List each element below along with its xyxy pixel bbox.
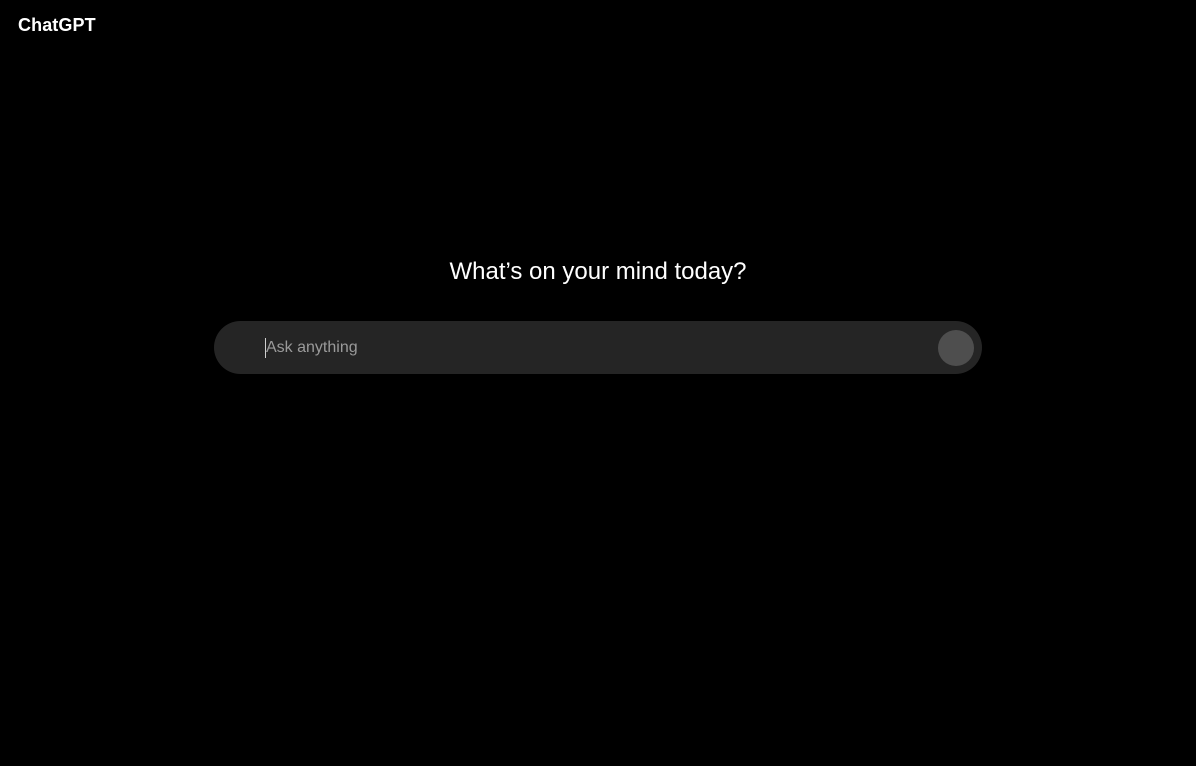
send-button[interactable] <box>938 330 974 366</box>
page-headline: What’s on your mind today? <box>449 258 747 285</box>
prompt-composer[interactable] <box>214 321 982 374</box>
text-caret <box>265 338 266 358</box>
chat-app-window: ChatGPT What’s on your mind today? <box>0 0 1196 766</box>
prompt-input[interactable] <box>264 321 924 374</box>
app-title[interactable]: ChatGPT <box>18 15 96 36</box>
